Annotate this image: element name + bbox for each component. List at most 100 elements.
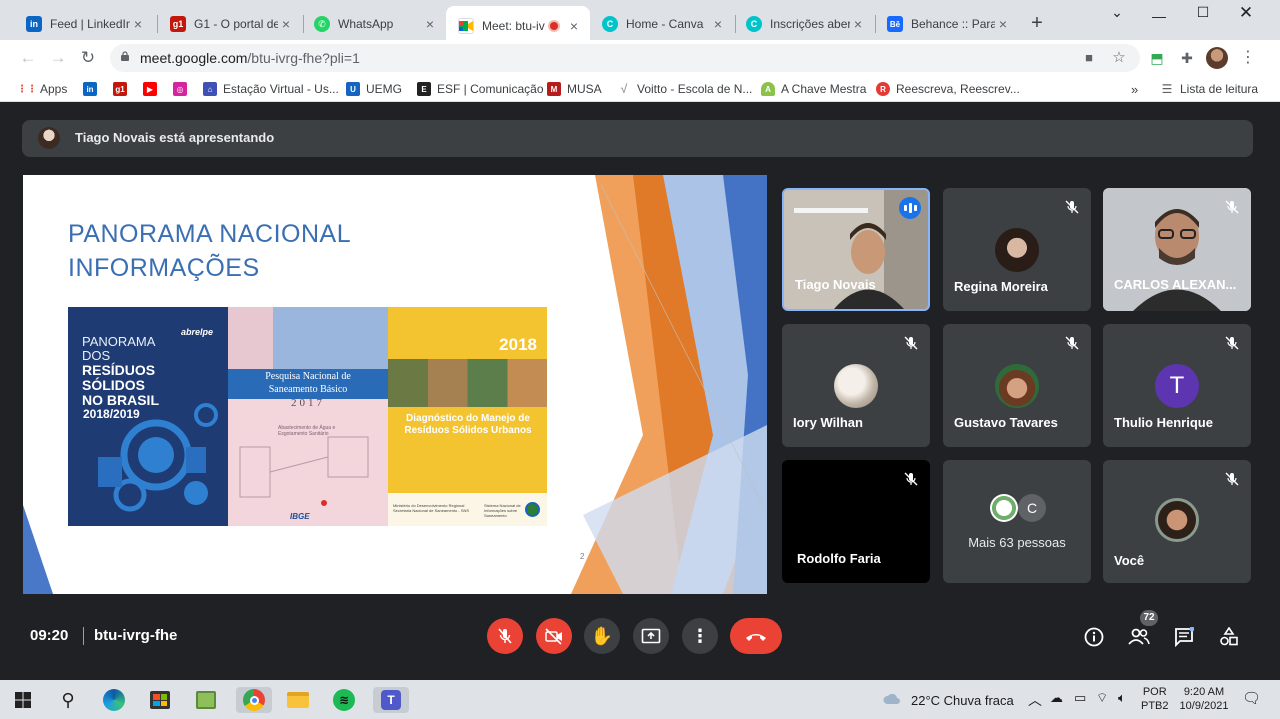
toggle-mic-button[interactable] [487, 618, 523, 654]
voitto-icon: √ [620, 82, 628, 96]
musa-icon: M [547, 82, 561, 96]
store-icon[interactable] [147, 687, 173, 713]
bookmark-voitto[interactable]: √ Voitto - Escola de N... [617, 79, 753, 99]
bookmark-linkedin[interactable]: in [83, 79, 103, 99]
bookmark-chave-mestra[interactable]: AA Chave Mestra [761, 79, 866, 99]
raise-hand-button[interactable]: ✋ [584, 618, 620, 654]
cover-sns: 2018 Diagnóstico do Manejo de Resíduos S… [388, 307, 547, 526]
bookmark-estacao-virtual[interactable]: ⌂ Estação Virtual - Us... [203, 79, 339, 99]
wifi-icon[interactable]: ⌔ [1096, 690, 1108, 706]
bookmark-g1[interactable]: g1 [113, 79, 133, 99]
reescreva-icon: R [876, 82, 890, 96]
close-icon[interactable]: × [850, 16, 866, 32]
abrelpe-logo: abrelpe [181, 327, 214, 337]
close-icon[interactable]: × [710, 16, 726, 32]
bookmark-uemg[interactable]: U UEMG [346, 79, 402, 99]
activities-button[interactable] [1217, 625, 1241, 649]
maximize-button[interactable]: ☐ [1183, 4, 1223, 24]
tab-behance[interactable]: Bē Behance :: Para v × [875, 8, 1019, 40]
cover-ibge: Pesquisa Nacional de Saneamento Básico 2… [228, 307, 388, 526]
participant-name: Gustavo Tavares [954, 415, 1058, 430]
language-indicator[interactable]: POR PTB2 [1141, 685, 1169, 713]
back-button[interactable]: ← [16, 46, 40, 70]
reload-button[interactable]: ↻ [76, 46, 100, 70]
mic-muted-icon [1225, 336, 1239, 350]
participant-name: Regina Moreira [954, 279, 1048, 294]
star-icon[interactable]: ☆ [1110, 49, 1128, 67]
present-screen-button[interactable] [633, 618, 669, 654]
bookmark-musa[interactable]: M MUSA [547, 79, 602, 99]
chat-button[interactable] [1172, 625, 1196, 649]
participant-tile-carlos[interactable]: CARLOS ALEXAN... [1103, 188, 1251, 311]
notifications-icon[interactable]: 🗨︎ [1242, 689, 1261, 707]
close-icon[interactable]: × [278, 16, 294, 32]
meeting-details-button[interactable] [1082, 625, 1106, 649]
close-icon[interactable]: × [422, 16, 438, 32]
participant-tile-iory[interactable]: Iory Wilhan [782, 324, 930, 447]
profile-avatar[interactable] [1206, 47, 1228, 69]
teams-icon[interactable]: T [373, 687, 409, 713]
apps-grid-icon: ⋮⋮ [17, 83, 37, 95]
presenter-avatar [38, 127, 60, 149]
tab-label: G1 - O portal de [194, 17, 278, 31]
leave-call-button[interactable] [730, 618, 782, 654]
search-icon[interactable]: ⚲ [55, 687, 81, 713]
minimize-button[interactable]: — [1139, 8, 1179, 28]
chrome-taskbar-icon[interactable] [236, 687, 272, 713]
camera-icon[interactable]: ■ [1080, 49, 1098, 67]
windows-start-button[interactable] [10, 687, 36, 713]
close-icon[interactable]: × [995, 16, 1011, 32]
system-clock[interactable]: 9:20 AM 10/9/2021 [1176, 685, 1232, 713]
cover3-footer-ministry: Ministério do Desenvolvimento Regional S… [393, 503, 470, 513]
bookmark-instagram[interactable]: ◎ [173, 79, 193, 99]
close-icon[interactable]: × [566, 18, 582, 34]
toggle-camera-button[interactable] [536, 618, 572, 654]
meeting-time: 09:20 [30, 627, 69, 644]
speaking-indicator-icon [899, 197, 921, 219]
close-window-button[interactable]: ✕ [1226, 3, 1266, 23]
tab-canva-inscricoes[interactable]: C Inscrições aberta × [734, 8, 874, 40]
edge-icon[interactable] [101, 687, 127, 713]
bookmark-reescreva[interactable]: R Reescreva, Reescrev... [876, 79, 1020, 99]
new-tab-button[interactable]: + [1025, 12, 1049, 36]
tab-whatsapp[interactable]: ✆ WhatsApp × [302, 8, 446, 40]
more-vert-icon: ⋮ [691, 625, 709, 646]
forward-button[interactable]: → [46, 46, 70, 70]
cover3-photo-strip [388, 359, 547, 407]
photos-app-icon[interactable] [193, 687, 219, 713]
people-button[interactable] [1127, 625, 1151, 649]
more-options-button[interactable]: ⋮ [682, 618, 718, 654]
extensions-puzzle-icon[interactable]: ✚ [1177, 48, 1197, 68]
cloud-sync-icon[interactable]: ☁ [1050, 690, 1063, 706]
more-participants-tile[interactable]: C Mais 63 pessoas [943, 460, 1091, 583]
participant-tile-thulio[interactable]: T Thulio Henrique [1103, 324, 1251, 447]
tray-chevron-icon[interactable]: ︿ [1028, 690, 1042, 710]
tab-canva-home[interactable]: C Home - Canva × [590, 8, 734, 40]
participant-tile-rodolfo[interactable]: Rodolfo Faria [782, 460, 930, 583]
bookmarks-overflow-icon[interactable]: » [1131, 79, 1138, 99]
tab-linkedin[interactable]: in Feed | LinkedIn × [14, 8, 154, 40]
reading-list-button[interactable]: ☰ Lista de leitura [1160, 79, 1258, 99]
bookmark-esf[interactable]: E ESF | Comunicação [417, 79, 544, 99]
volume-icon[interactable]: 🔈︎ [1118, 690, 1126, 706]
bookmark-youtube[interactable]: ▶ [143, 79, 163, 99]
bookmark-apps[interactable]: ⋮⋮ Apps [17, 79, 67, 99]
participant-tile-gustavo[interactable]: Gustavo Tavares [943, 324, 1091, 447]
menu-kebab-icon[interactable]: ⋮ [1238, 48, 1258, 68]
tab-g1[interactable]: g1 G1 - O portal de × [158, 8, 302, 40]
battery-icon[interactable]: ▭ [1074, 690, 1086, 706]
participant-tile-self[interactable]: Você [1103, 460, 1251, 583]
cover2-drawing [239, 436, 369, 506]
tab-search-chevron-icon[interactable]: ⌄ [1097, 4, 1137, 24]
address-bar[interactable]: meet.google.com/btu-ivrg-fhe?pli=1 ■ ☆ [110, 44, 1140, 72]
participant-tile-regina[interactable]: Regina Moreira [943, 188, 1091, 311]
spotify-icon[interactable]: ≋ [331, 687, 357, 713]
participant-tile-tiago[interactable]: Tiago Novais [782, 188, 930, 311]
close-icon[interactable]: × [130, 16, 146, 32]
cover3-title: Diagnóstico do Manejo de Resíduos Sólido… [404, 413, 532, 436]
extension-download-icon[interactable]: ⬒ [1147, 48, 1167, 68]
mic-off-icon [498, 628, 512, 644]
url-text: meet.google.com/btu-ivrg-fhe?pli=1 [140, 50, 360, 66]
file-explorer-icon[interactable] [285, 687, 311, 713]
weather-text[interactable]: 22°C Chuva fraca [911, 693, 1014, 708]
